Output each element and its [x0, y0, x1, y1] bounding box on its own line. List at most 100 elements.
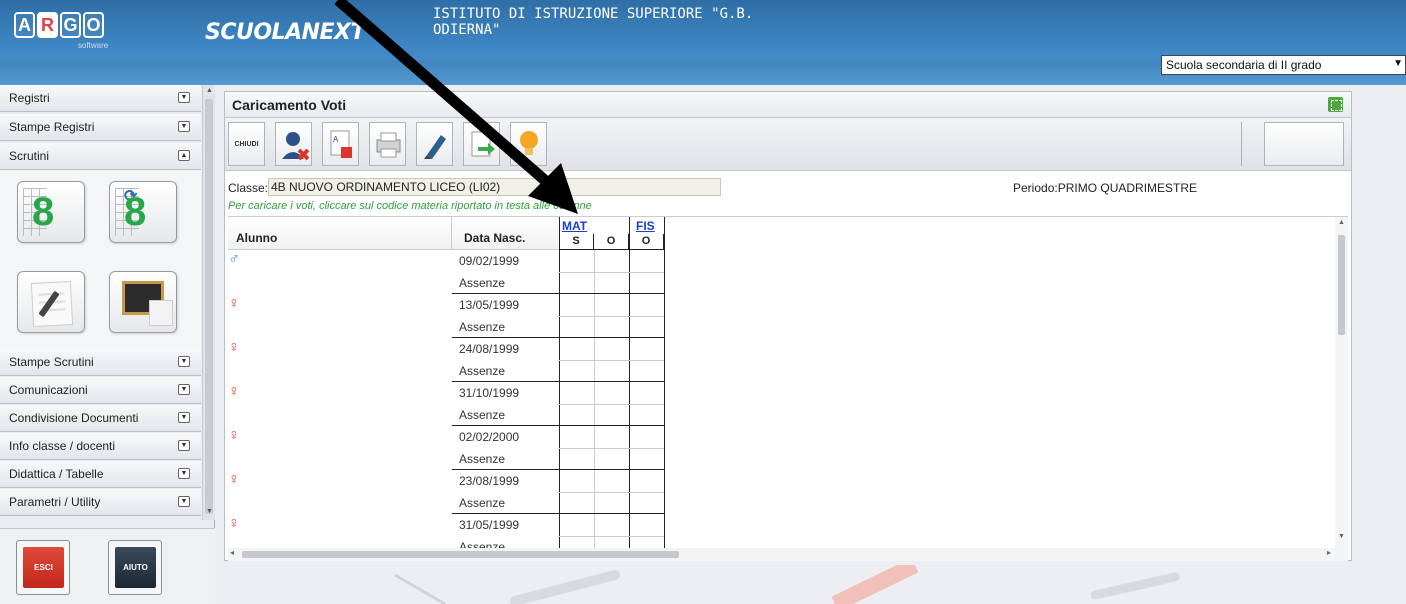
fis-orale-header: O: [629, 234, 664, 250]
grade-cell[interactable]: [595, 250, 629, 271]
sidebar-item-parametri[interactable]: Parametri / Utility ▼: [0, 489, 201, 516]
esci-button[interactable]: ESCI: [16, 540, 70, 595]
chevron-down-icon[interactable]: ▼: [178, 356, 190, 367]
grade-cell[interactable]: [630, 470, 664, 491]
voti-grid-icon[interactable]: 8: [17, 181, 85, 243]
blackboard-icon[interactable]: [109, 271, 177, 333]
chevron-down-icon[interactable]: ▼: [178, 412, 190, 423]
remove-user-button[interactable]: [275, 122, 312, 166]
export-icon: [471, 131, 495, 157]
lightbulb-icon: [520, 131, 538, 155]
scroll-down-icon[interactable]: ▼: [1338, 533, 1345, 540]
grade-cell[interactable]: [595, 514, 629, 535]
scroll-thumb[interactable]: [205, 99, 213, 514]
svg-text:A: A: [333, 135, 339, 144]
absences-label: Assenze: [459, 408, 506, 422]
grade-cell[interactable]: [630, 382, 664, 403]
pencil-note-icon[interactable]: [17, 271, 85, 333]
sidebar-scrollbar[interactable]: ▲ ▼: [202, 85, 215, 520]
female-icon: ♀: [228, 471, 240, 488]
grade-cell[interactable]: [595, 470, 629, 491]
grade-cell[interactable]: [630, 250, 664, 271]
chevron-down-icon[interactable]: ▼: [178, 496, 190, 507]
scrutini-panel: 8 ⟳ 8: [0, 170, 201, 353]
scroll-thumb[interactable]: [1338, 235, 1345, 335]
grade-sheet-button[interactable]: A: [322, 122, 359, 166]
blackboard-shape: [122, 281, 173, 326]
remove-user-icon: [282, 132, 310, 161]
chevron-down-icon[interactable]: ▼: [178, 440, 190, 451]
voti-reload-icon[interactable]: ⟳ 8: [109, 181, 177, 243]
sidebar-item-scrutini[interactable]: Scrutini ▲: [0, 143, 201, 170]
grade-cell[interactable]: [595, 338, 629, 359]
scroll-up-icon[interactable]: ▲: [206, 87, 213, 94]
grade-cell[interactable]: [595, 382, 629, 403]
chevron-down-icon[interactable]: ▼: [178, 384, 190, 395]
scroll-thumb[interactable]: [242, 551, 679, 558]
chevron-down-icon[interactable]: ▼: [178, 92, 190, 103]
cell-divider: [559, 316, 664, 317]
export-button[interactable]: [463, 122, 500, 166]
chevron-down-icon: ▼: [1393, 58, 1403, 69]
birth-date: 02/02/2000: [459, 430, 520, 444]
chevron-down-icon[interactable]: ▼: [178, 121, 190, 132]
sidebar-item-stampe-scrutini[interactable]: Stampe Scrutini ▼: [0, 349, 201, 376]
grade-cell[interactable]: [630, 338, 664, 359]
scroll-down-icon[interactable]: ▼: [206, 508, 213, 515]
sidebar-item-label: Stampe Registri: [9, 120, 95, 134]
toolbar: CHIUDI A: [225, 118, 1351, 171]
voti-grid: Alunno Data Nasc. MAT FIS S O O ♂ 09/02/1…: [228, 216, 1348, 561]
sidebar-item-comunicazioni[interactable]: Comunicazioni ▼: [0, 377, 201, 404]
grade-cell[interactable]: [560, 382, 594, 403]
cell-divider: [559, 536, 664, 537]
marker-icon: [424, 135, 446, 159]
grade-cell[interactable]: [595, 294, 629, 315]
aiuto-label: AIUTO: [115, 547, 156, 588]
scroll-left-icon[interactable]: ◂: [230, 548, 234, 557]
sidebar-item-registri[interactable]: Registri ▼: [0, 85, 201, 112]
grid-horizontal-scrollbar[interactable]: ◂ ▸: [228, 548, 1335, 561]
sidebar-item-label: Didattica / Tabelle: [9, 467, 104, 481]
sidebar-item-didattica[interactable]: Didattica / Tabelle ▼: [0, 461, 201, 488]
logo-subtitle: software: [78, 41, 109, 50]
cell-divider: [559, 272, 664, 273]
grade-cell[interactable]: [595, 426, 629, 447]
header-alunno: Alunno: [228, 217, 452, 250]
fullscreen-icon[interactable]: [1328, 97, 1343, 112]
instruction-hint: Per caricare i voti, cliccare sul codice…: [228, 200, 592, 212]
birth-date: 31/10/1999: [459, 386, 520, 400]
subject-fis-link[interactable]: FIS: [629, 217, 664, 234]
grade-cell[interactable]: [630, 294, 664, 315]
sidebar-item-stampe-registri[interactable]: Stampe Registri ▼: [0, 114, 201, 141]
print-button[interactable]: [369, 122, 406, 166]
subject-mat-link[interactable]: MAT: [559, 217, 629, 234]
grid-vertical-scrollbar[interactable]: ▲ ▼: [1335, 217, 1348, 561]
grade-cell[interactable]: [630, 514, 664, 535]
periodo-label: Periodo:PRIMO QUADRIMESTRE: [1013, 181, 1198, 195]
chevron-up-icon[interactable]: ▲: [178, 150, 190, 161]
female-icon: ♀: [228, 295, 240, 312]
grade-cell[interactable]: [560, 338, 594, 359]
scroll-right-icon[interactable]: ▸: [1327, 548, 1331, 557]
sidebar-item-condivisione[interactable]: Condivisione Documenti ▼: [0, 405, 201, 432]
birth-date: 23/08/1999: [459, 474, 520, 488]
scroll-up-icon[interactable]: ▲: [1338, 219, 1345, 226]
header-data-nasc: Data Nasc.: [452, 217, 559, 250]
toolbar-extra-button[interactable]: [1264, 122, 1344, 166]
grade-cell[interactable]: [560, 426, 594, 447]
logo-letter: R: [37, 12, 58, 38]
suggestion-button[interactable]: [510, 122, 547, 166]
absences-label: Assenze: [459, 364, 506, 378]
grade-cell[interactable]: [560, 294, 594, 315]
grade-cell[interactable]: [630, 426, 664, 447]
aiuto-button[interactable]: AIUTO: [108, 540, 162, 595]
sidebar-item-info-classe[interactable]: Info classe / docenti ▼: [0, 433, 201, 460]
grade-cell[interactable]: [560, 470, 594, 491]
highlight-button[interactable]: [416, 122, 453, 166]
grade-cell[interactable]: [560, 514, 594, 535]
grade-cell[interactable]: [560, 250, 594, 271]
chevron-down-icon[interactable]: ▼: [178, 468, 190, 479]
chiudi-button[interactable]: CHIUDI: [228, 122, 265, 166]
grade-eight-icon: 8: [32, 190, 55, 234]
school-type-select[interactable]: Scuola secondaria di II grado ▼: [1161, 55, 1406, 75]
